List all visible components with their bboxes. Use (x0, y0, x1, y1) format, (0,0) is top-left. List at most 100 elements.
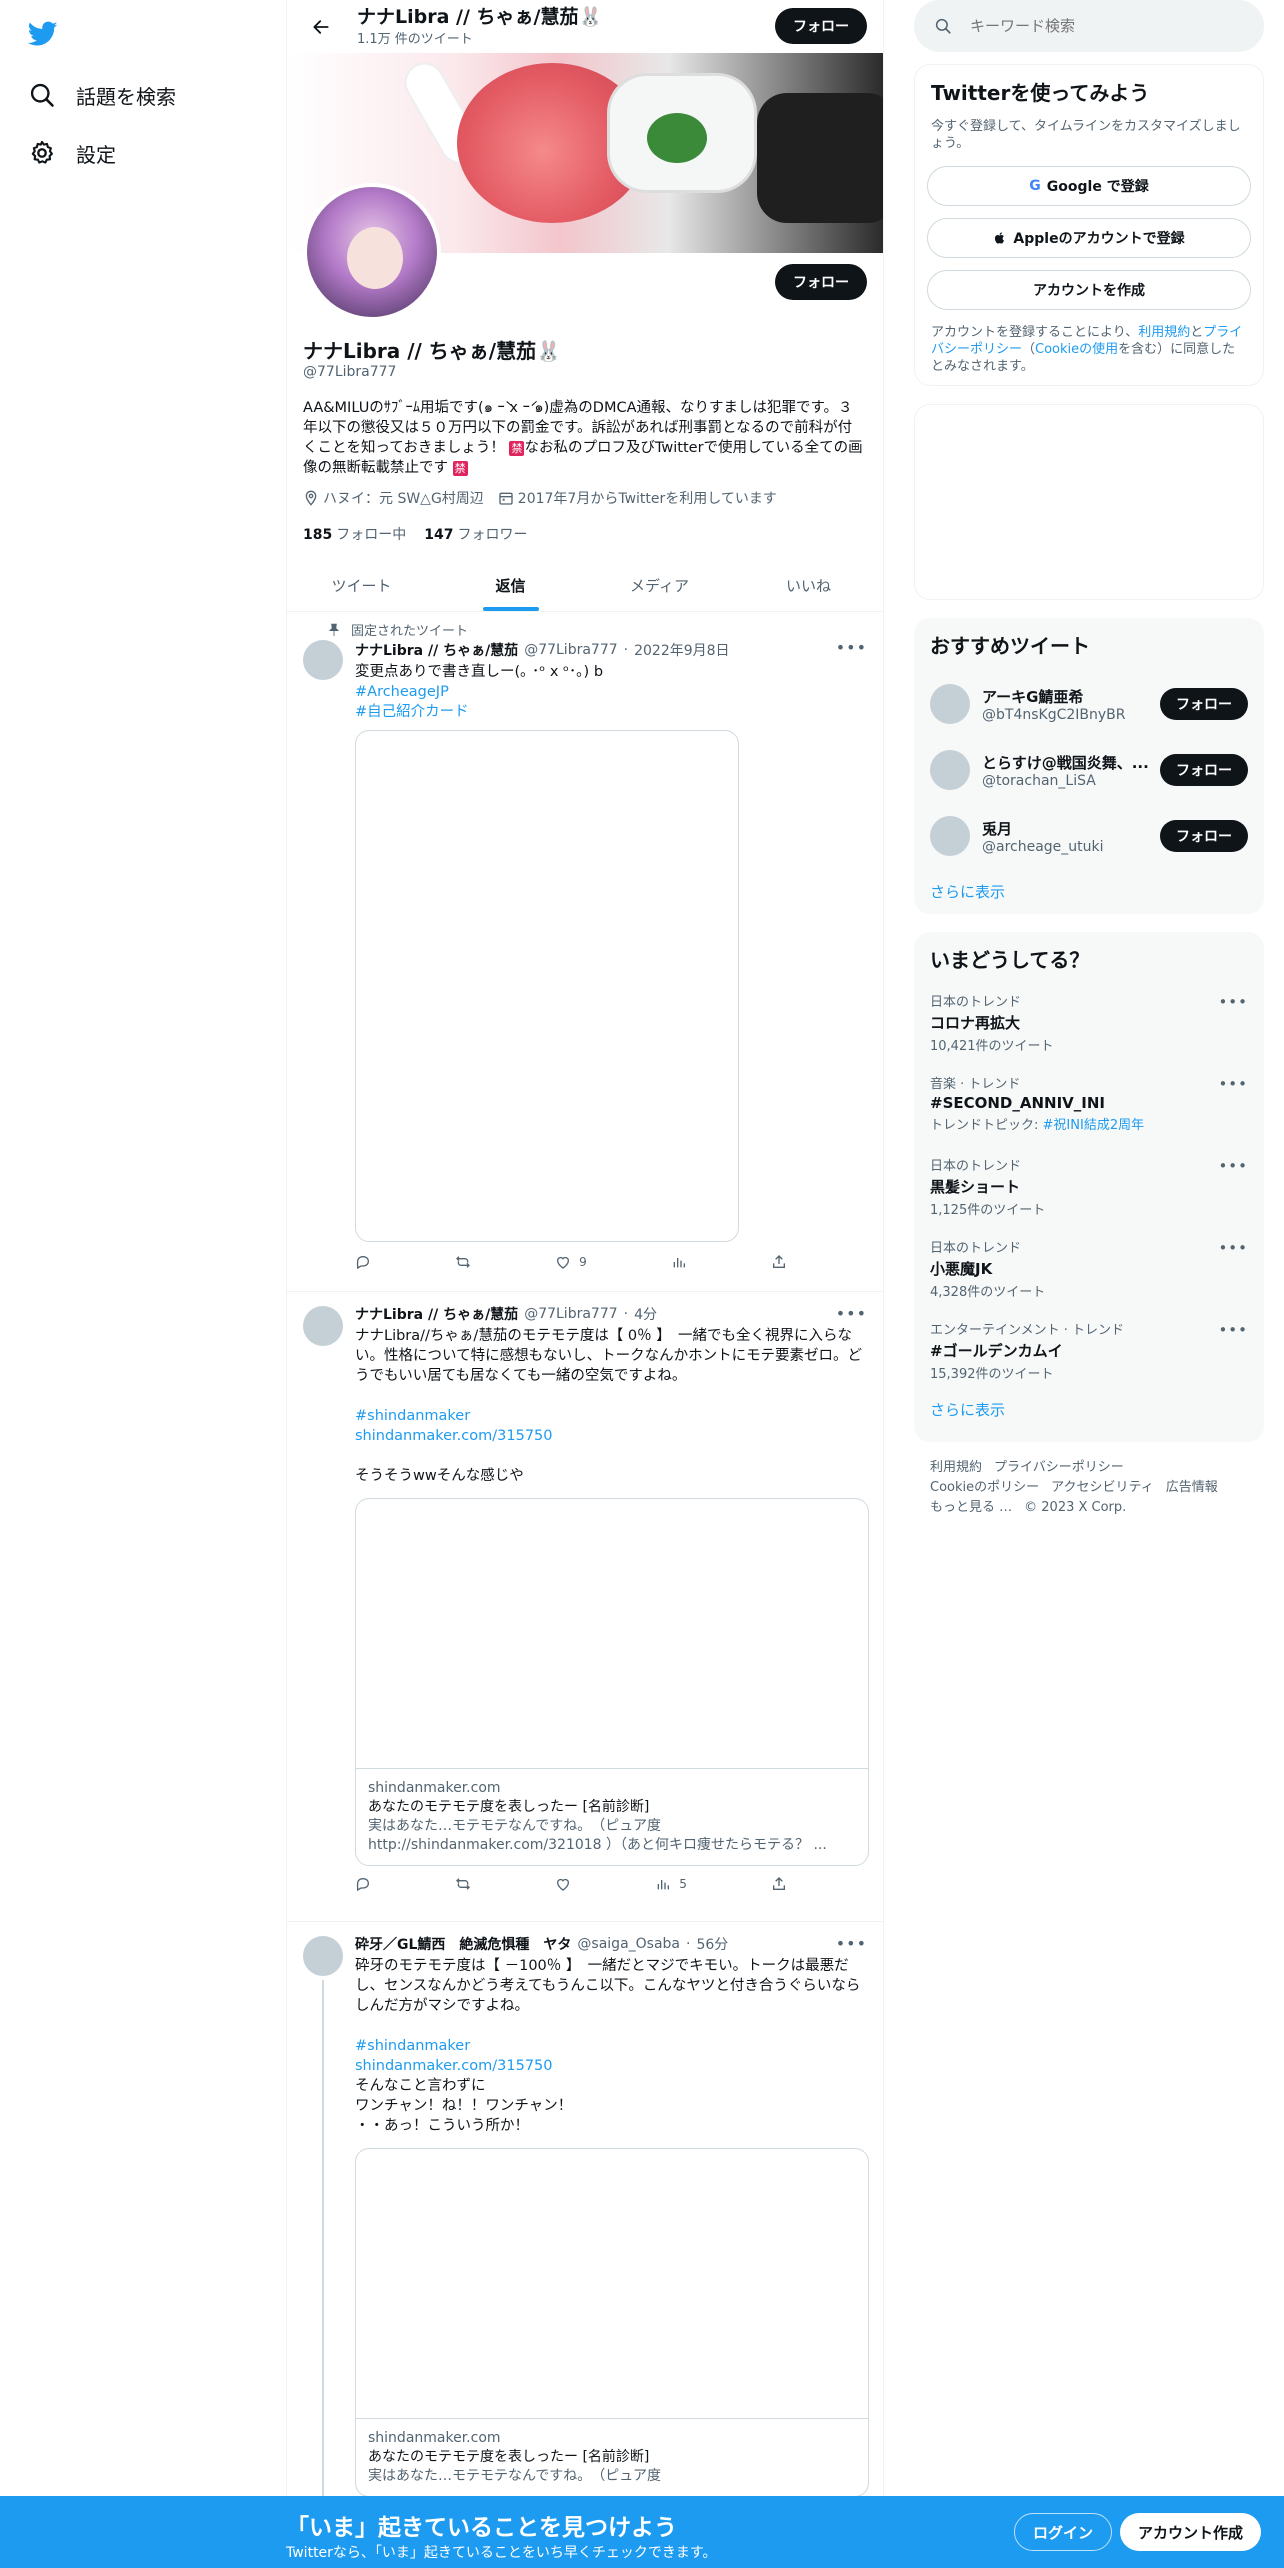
footer-link[interactable]: アクセシビリティ (1051, 1480, 1154, 1495)
signup-legal: アカウントを登録することにより、利用規約とプライバシーポリシー（Cookieの使… (915, 324, 1263, 375)
trend-item[interactable]: 日本のトレンド 黒髪ショート 1,125件のツイート ••• (914, 1149, 1264, 1231)
footer-link[interactable]: 利用規約 (930, 1460, 982, 1475)
chart-bars-icon (657, 1880, 670, 1890)
header-name: ナナLibra // ちゃぁ/慧茄🐰 (357, 6, 603, 28)
avatar[interactable] (930, 684, 970, 724)
tab-likes[interactable]: いいね (734, 560, 883, 611)
view-count: 5 (679, 1877, 687, 1891)
like-button[interactable]: 9 (555, 1254, 587, 1270)
avatar[interactable] (930, 816, 970, 856)
follow-button[interactable]: フォロー (1160, 754, 1248, 786)
tweet-author-handle[interactable]: @saiga_Osaba (577, 1936, 680, 1952)
search-box[interactable] (914, 0, 1264, 52)
share-button[interactable] (771, 1876, 787, 1892)
avatar[interactable] (930, 750, 970, 790)
shindanmaker-link[interactable]: shindanmaker.com/315750 (355, 2056, 869, 2076)
tweet-avatar[interactable] (303, 1936, 343, 1976)
profile-follow-button[interactable]: フォロー (775, 264, 867, 300)
more-icon[interactable]: ••• (1218, 993, 1248, 1011)
cookie-link[interactable]: Cookieの使用 (1035, 342, 1118, 357)
hashtag-link[interactable]: #ArcheageJP (355, 682, 869, 702)
retweet-button[interactable] (455, 1876, 471, 1892)
tweet-author-name[interactable]: ナナLibra // ちゃぁ/慧茄 (355, 640, 518, 660)
reply-icon (356, 1255, 370, 1270)
login-button[interactable]: ログイン (1014, 2513, 1113, 2551)
trend-item[interactable]: エンターテインメント · トレンド #ゴールデンカムイ 15,392件のツイート… (914, 1313, 1264, 1395)
reply-icon (356, 1877, 370, 1892)
reply-button[interactable] (355, 1876, 371, 1892)
hashtag-link[interactable]: #shindanmaker (355, 1406, 869, 1426)
share-button[interactable] (771, 1254, 787, 1270)
recommended-show-more[interactable]: さらに表示 (914, 881, 1264, 902)
recommended-user[interactable]: アーキG鯖亜希 @bT4nsKgC2IBnyBR フォロー (914, 671, 1264, 737)
trend-item[interactable]: 日本のトレンド 小悪魔JK 4,328件のツイート ••• (914, 1231, 1264, 1313)
footer-link[interactable]: プライバシーポリシー (994, 1460, 1124, 1475)
signup-button[interactable]: アカウント作成 (1120, 2513, 1262, 2551)
google-signup-button[interactable]: G Google で登録 (927, 166, 1251, 206)
tweet-avatar[interactable] (303, 1306, 343, 1346)
reply-button[interactable] (355, 1254, 371, 1270)
tweet-author-name[interactable]: 砕牙／GL鯖西 絶滅危惧種 ヤタ (355, 1934, 571, 1954)
trend-item[interactable]: 音楽 · トレンド #SECOND_ANNIV_INI トレンドトピック: #祝… (914, 1067, 1264, 1149)
apple-signup-button[interactable]: Appleのアカウントで登録 (927, 218, 1251, 258)
profile-avatar[interactable] (303, 183, 441, 321)
tweet-author-name[interactable]: ナナLibra // ちゃぁ/慧茄 (355, 1304, 518, 1324)
tweet-time[interactable]: 4分 (634, 1304, 657, 1324)
link-card[interactable]: shindanmaker.com あなたのモテモテ度を表しったー [名前診断] … (355, 1498, 869, 1866)
terms-link[interactable]: 利用規約 (1138, 325, 1190, 340)
tweet[interactable]: ••• 砕牙／GL鯖西 絶滅危惧種 ヤタ @saiga_Osaba · 56分 … (287, 1922, 883, 2500)
header-follow-button[interactable]: フォロー (775, 8, 867, 44)
back-button[interactable] (303, 9, 339, 45)
more-icon[interactable]: ••• (1218, 1157, 1248, 1175)
followers-label: フォロワー (457, 527, 528, 543)
tweet-avatar[interactable] (303, 640, 343, 680)
tweet-author-handle[interactable]: @77Libra777 (524, 1306, 617, 1322)
tweet-time[interactable]: 2022年9月8日 (634, 640, 729, 660)
nav-settings[interactable]: 設定 (28, 124, 286, 182)
trend-topic-line: トレンドトピック: #祝INI結成2周年 (930, 1114, 1248, 1133)
heart-icon (557, 1256, 570, 1269)
footer-link[interactable]: Cookieのポリシー (930, 1480, 1039, 1495)
tab-tweets[interactable]: ツイート (287, 560, 436, 611)
trend-category: 日本のトレンド (930, 995, 1022, 1010)
follow-button[interactable]: フォロー (1160, 688, 1248, 720)
tweet-time[interactable]: 56分 (696, 1934, 728, 1954)
recommended-user[interactable]: 兎月 @archeage_utuki フォロー (914, 803, 1264, 869)
tweet-author-handle[interactable]: @77Libra777 (524, 642, 617, 658)
follow-button[interactable]: フォロー (1160, 820, 1248, 852)
nav-explore[interactable]: 話題を検索 (28, 66, 286, 124)
footer-link[interactable]: 広告情報 (1166, 1480, 1218, 1495)
followers-link[interactable]: 147 フォロワー (424, 524, 527, 544)
following-link[interactable]: 185 フォロー中 (303, 524, 406, 544)
link-card[interactable]: shindanmaker.com あなたのモテモテ度を表しったー [名前診断] … (355, 2148, 869, 2497)
more-icon[interactable]: ••• (1218, 1321, 1248, 1339)
more-icon[interactable]: ••• (1218, 1239, 1248, 1257)
trend-item[interactable]: 日本のトレンド コロナ再拡大 10,421件のツイート ••• (914, 985, 1264, 1067)
trends-show-more[interactable]: さらに表示 (914, 1399, 1264, 1420)
signup-subtitle: 今すぐ登録して、タイムラインをカスタマイズしましょう。 (931, 119, 1241, 151)
footer-link[interactable]: もっと見る … (930, 1500, 1012, 1515)
tab-replies[interactable]: 返信 (436, 560, 585, 611)
heart-icon (557, 1878, 570, 1891)
thread-line (322, 1980, 324, 2500)
like-button[interactable] (555, 1876, 571, 1892)
tweet[interactable]: 固定されたツイート ••• ナナLibra // ちゃぁ/慧茄 @77Libra… (287, 612, 883, 1292)
twitter-logo-icon[interactable] (28, 12, 72, 56)
shindanmaker-link[interactable]: shindanmaker.com/315750 (355, 1426, 869, 1446)
trend-topic-link[interactable]: #祝INI結成2周年 (1043, 1118, 1145, 1133)
views-button[interactable] (671, 1254, 687, 1270)
retweet-button[interactable] (455, 1254, 471, 1270)
search-input[interactable] (970, 17, 1230, 35)
hashtag-link[interactable]: #自己紹介カード (355, 702, 869, 722)
tweet[interactable]: ••• ナナLibra // ちゃぁ/慧茄 @77Libra777 · 4分 ナ… (287, 1292, 883, 1922)
card-image (356, 1499, 868, 1769)
share-icon (772, 1255, 785, 1268)
recommended-user[interactable]: とらすけ@戦国炎舞、... @torachan_LiSA フォロー (914, 737, 1264, 803)
tweet-media[interactable] (355, 730, 739, 1242)
more-icon[interactable]: ••• (1218, 1075, 1248, 1093)
create-account-button[interactable]: アカウントを作成 (927, 270, 1251, 310)
hashtag-link[interactable]: #shindanmaker (355, 2036, 869, 2056)
views-button[interactable]: 5 (655, 1876, 687, 1892)
tab-media[interactable]: メディア (585, 560, 734, 611)
